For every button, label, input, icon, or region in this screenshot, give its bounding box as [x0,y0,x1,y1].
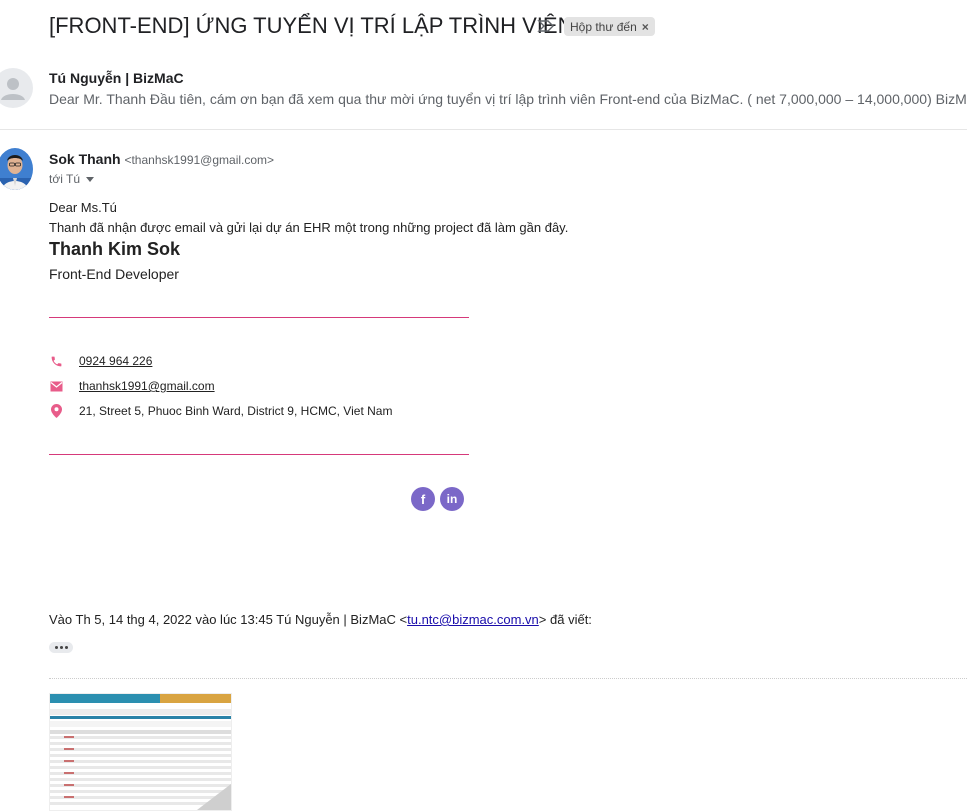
linkedin-icon[interactable]: in [440,487,464,511]
inbox-label-chip[interactable]: Hộp thư đến × [564,17,655,36]
attachment-separator [49,678,967,679]
quote-header: Vào Th 5, 14 thg 4, 2022 vào lúc 13:45 T… [49,612,592,627]
sender-line: Sok Thanh <thanhsk1991@gmail.com> [49,151,274,167]
signature-divider-bottom [49,454,469,455]
signature-address: 21, Street 5, Phuoc Binh Ward, District … [49,404,392,418]
email-link[interactable]: thanhsk1991@gmail.com [79,379,215,393]
more-ellipsis-icon [54,646,58,649]
collapsed-sender-name[interactable]: Tú Nguyễn | BizMaC [49,70,184,86]
quote-prefix: Vào Th 5, 14 thg 4, 2022 vào lúc 13:45 T… [49,612,408,627]
default-avatar-icon [0,68,33,108]
ellipsis-dot [59,646,63,649]
signature-divider-top [49,317,469,318]
location-pin-icon [49,404,63,418]
greeting-text: Dear Ms.Tú [49,200,117,215]
recipient-label: tới Tú [49,172,80,186]
sender-email: <thanhsk1991@gmail.com> [124,153,275,167]
quote-email-link[interactable]: tu.ntc@bizmac.com.vn [407,612,539,627]
address-text: 21, Street 5, Phuoc Binh Ward, District … [79,404,393,418]
inbox-label-text: Hộp thư đến [570,19,637,34]
phone-link[interactable]: 0924 964 226 [79,354,152,368]
label-arrow-icon[interactable] [537,18,555,39]
recipient-details[interactable]: tới Tú [49,172,94,186]
signature-email: thanhsk1991@gmail.com [49,379,215,393]
ellipsis-dot [64,646,68,649]
facebook-icon[interactable]: f [411,487,435,511]
mail-icon [49,379,63,393]
email-subject: [FRONT-END] ỨNG TUYỂN VỊ TRÍ LẬP TRÌNH V… [49,13,574,38]
body-text: Thanh đã nhận được email và gửi lại dự á… [49,220,569,235]
sender-avatar[interactable] [0,148,33,190]
signature-name: Thanh Kim Sok [49,239,181,259]
phone-icon [49,354,63,368]
sender-name[interactable]: Sok Thanh [49,151,121,167]
signature-phone: 0924 964 226 [49,354,152,368]
show-trimmed-content-button[interactable] [49,642,73,653]
chevron-down-icon[interactable] [86,176,94,182]
remove-label-button[interactable]: × [642,20,649,34]
collapsed-snippet[interactable]: Dear Mr. Thanh Đầu tiên, cám ơn bạn đã x… [49,91,967,107]
message-divider [0,129,967,130]
signature-role: Front-End Developer [49,266,179,282]
quote-suffix: > đã viết: [538,612,592,627]
attachment-thumbnail[interactable] [49,693,232,811]
